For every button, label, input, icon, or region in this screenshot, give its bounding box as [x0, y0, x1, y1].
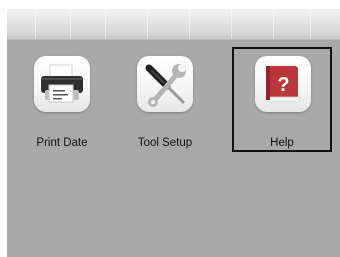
- app-label-tool-setup: Tool Setup: [137, 137, 193, 149]
- printer-icon[interactable]: [34, 56, 90, 112]
- app-panel: Print Date Tool Setup ? Help: [7, 9, 340, 257]
- launcher-screen: Print Date Tool Setup ? Help: [0, 0, 340, 257]
- tools-icon[interactable]: [137, 56, 193, 112]
- selection-highlight: [232, 47, 332, 152]
- app-print-date[interactable]: Print Date: [17, 56, 107, 156]
- app-label-print-date: Print Date: [36, 137, 88, 149]
- top-bar: [7, 9, 340, 40]
- app-tool-setup[interactable]: Tool Setup: [120, 56, 210, 156]
